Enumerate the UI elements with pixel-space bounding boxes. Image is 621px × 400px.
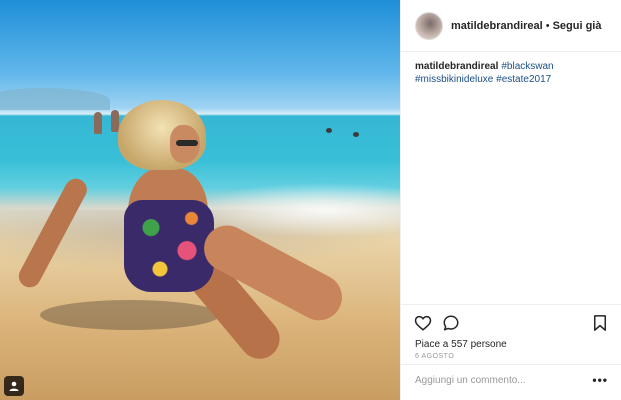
hashtag-link[interactable]: #blackswan	[501, 61, 553, 72]
hashtag-link[interactable]: #estate2017	[496, 74, 551, 85]
photo-subject-swimsuit	[124, 200, 214, 292]
more-options-button[interactable]: •••	[592, 374, 608, 386]
photo-subject-sunglasses	[176, 140, 198, 146]
avatar[interactable]	[415, 11, 443, 40]
photo-subject-shadow	[40, 300, 220, 330]
post-caption: matildebrandireal #blackswan #missbikinid…	[415, 60, 611, 86]
header-username[interactable]: matildebrandireal	[451, 20, 543, 32]
bookmark-icon[interactable]	[591, 314, 609, 332]
follow-button[interactable]: Segui già	[553, 20, 602, 32]
header-separator: •	[545, 19, 550, 32]
user-tag-icon[interactable]	[4, 376, 24, 396]
comment-input[interactable]	[415, 375, 585, 386]
post-actions: Piace a 557 persone 6 AGOSTO •••	[401, 304, 621, 398]
hashtag-link[interactable]: #missbikinideluxe	[415, 74, 493, 85]
likes-count[interactable]: Piace a 557 persone	[415, 339, 507, 350]
caption-username[interactable]: matildebrandireal	[415, 61, 498, 72]
photo-subject	[0, 0, 400, 400]
post-sidebar: matildebrandireal • Segui già matildebra…	[400, 0, 621, 400]
comment-bubble-icon[interactable]	[442, 314, 460, 332]
heart-icon[interactable]	[414, 314, 432, 332]
photo-subject-arm	[14, 174, 91, 292]
post-header: matildebrandireal • Segui già	[401, 0, 621, 52]
post-photo[interactable]	[0, 0, 400, 400]
comment-row: •••	[401, 364, 621, 398]
post-date: 6 AGOSTO	[415, 353, 455, 360]
